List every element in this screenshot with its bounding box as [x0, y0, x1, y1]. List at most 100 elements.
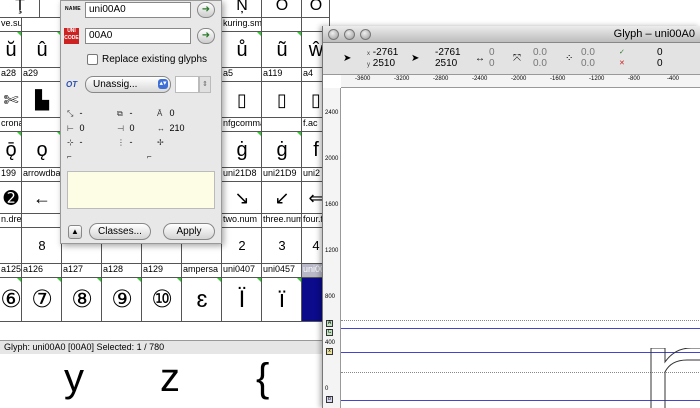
glyph-name-cell[interactable]: a128 [102, 264, 142, 278]
height-icon: Ā [157, 109, 163, 118]
replace-existing-checkbox[interactable] [87, 54, 98, 65]
glyph-cell[interactable] [0, 228, 22, 264]
glyph-cell[interactable]: ï [262, 278, 302, 322]
glyph-cell[interactable]: 8 [22, 228, 62, 264]
glyph-name-cell[interactable]: two.num [222, 214, 262, 228]
glyph-name-cell[interactable]: ve.sucircumflex [0, 18, 22, 32]
glyph-name-cell[interactable] [22, 214, 62, 228]
pointer-tool-icon[interactable]: ➤ [343, 53, 351, 65]
guide-handle-baseline[interactable]: b [326, 396, 333, 403]
glyph-name-label: three.num [263, 214, 302, 224]
glyph-name-cell[interactable]: ampersa [182, 264, 222, 278]
glyph-name-cell[interactable]: a129 [142, 264, 182, 278]
glyph-cell[interactable]: ⑧ [62, 278, 102, 322]
opentype-class-select[interactable]: Unassig... ▴▾ [85, 76, 171, 93]
guide-handle-ascender[interactable]: A [326, 320, 333, 327]
metric-right: ⊣ 0 [117, 123, 135, 133]
glyph-cell[interactable]: ↙ [262, 182, 302, 214]
glyph-name-cell[interactable]: a28 [0, 68, 22, 82]
glyph-name-cell[interactable]: arrowdbar [22, 168, 62, 182]
glyph-cell[interactable]: ɛ [182, 278, 222, 322]
glyph-preview: ũ [276, 39, 288, 61]
glyph-flag-icon [97, 278, 101, 282]
unicode-apply-arrow-button[interactable]: ➜ [197, 28, 215, 44]
glyph-cell[interactable]: û [22, 32, 62, 68]
glyph-name-cell[interactable] [22, 18, 62, 32]
glyph-preview: ➋ [3, 188, 19, 208]
glyph-name-cell[interactable]: uni21D9 [262, 168, 302, 182]
guide-handle-cap[interactable]: C [326, 329, 333, 336]
glyph-name-cell[interactable]: a126 [22, 264, 62, 278]
node-value-2: 0.0 [581, 58, 595, 69]
glyph-cell[interactable]: ▯ [222, 82, 262, 118]
stepper-icon[interactable]: ⇕ [199, 76, 211, 93]
glyph-cell[interactable]: 2 [222, 228, 262, 264]
collapse-button[interactable]: ▲ [68, 225, 82, 239]
apply-button[interactable]: Apply [163, 223, 215, 240]
glyph-cell[interactable]: ǫ [22, 132, 62, 168]
glyph-name-cell[interactable] [22, 118, 62, 132]
glyph-flag-icon [257, 278, 261, 282]
glyph-cell[interactable] [25, 0, 65, 18]
glyph-cell[interactable]: ⑦ [22, 278, 62, 322]
glyph-cell[interactable]: ũ [262, 32, 302, 68]
unicode-value-field[interactable]: 00A0 [85, 28, 191, 44]
glyph-cell[interactable]: O [302, 0, 330, 18]
glyph-name-cell[interactable]: n.dreight.dnnin [0, 214, 22, 228]
glyph-cell[interactable]: ǭ [0, 132, 22, 168]
nodes-icon[interactable]: ⁘ [565, 53, 573, 65]
glyph-cell[interactable]: ů [222, 32, 262, 68]
glyph-cell[interactable]: ✄ [0, 82, 22, 118]
glyph-cell[interactable]: Ï [222, 278, 262, 322]
glyph-cell[interactable]: ↘ [222, 182, 262, 214]
glyph-preview: ▯ [277, 90, 287, 110]
glyph-cell[interactable]: ⑩ [142, 278, 182, 322]
glyph-cell[interactable]: ⑥ [0, 278, 22, 322]
horizontal-ruler: -3600 -3200 -2800 -2400 -2000 -1600 -1200 -800 -… [341, 75, 700, 88]
glyph-cell[interactable]: O [262, 0, 302, 18]
glyph-name-cell[interactable]: uni0457 [262, 264, 302, 278]
glyph-preview: ✄ [3, 90, 19, 110]
glyph-note-area[interactable] [67, 171, 215, 209]
glyph-name-cell[interactable]: a29 [22, 68, 62, 82]
glyph-name-label: uni21D8 [223, 168, 257, 178]
glyph-cell[interactable]: ➋ [0, 182, 22, 214]
glyph-name-cell[interactable]: a119 [262, 68, 302, 82]
opentype-extra-field[interactable] [175, 76, 199, 93]
glyph-window-titlebar[interactable]: Glyph – uni00A0 [323, 26, 700, 43]
glyph-cell[interactable]: ŭ [0, 32, 22, 68]
glyph-name-cell[interactable] [262, 118, 302, 132]
glyph-name-cell[interactable]: kuring.smutilde.smwacu [222, 18, 262, 32]
glyph-name-cell[interactable]: uni0407 [222, 264, 262, 278]
glyph-cell[interactable]: Ņ [222, 0, 262, 18]
delta-tool-icon[interactable]: ↔ [475, 53, 485, 65]
glyph-name-cell[interactable]: three.num [262, 214, 302, 228]
glyph-name-cell[interactable]: a125 [0, 264, 22, 278]
glyph-cell[interactable]: ▯ [262, 82, 302, 118]
glyph-preview [25, 0, 64, 17]
glyph-preview: 2 [238, 238, 246, 253]
glyph-name-cell[interactable]: a127 [62, 264, 102, 278]
glyph-name-field[interactable]: uni00A0 [85, 2, 191, 18]
glyph-name-cell[interactable] [262, 18, 302, 32]
measure-tool-icon[interactable]: ⤧ [513, 53, 521, 65]
glyph-cell[interactable]: ▙ [22, 82, 62, 118]
glyph-cell[interactable]: ⑨ [102, 278, 142, 322]
select-tool-icon[interactable]: ➤ [411, 53, 419, 65]
name-apply-arrow-button[interactable]: ➜ [197, 2, 215, 18]
classes-button[interactable]: Classes... [89, 223, 151, 240]
glyph-cell[interactable]: ġ [222, 132, 262, 168]
cap-height-guide [341, 328, 700, 329]
glyph-name-cell[interactable]: a5 [222, 68, 262, 82]
glyph-cell[interactable]: 3 [262, 228, 302, 264]
glyph-cell[interactable]: ← [22, 182, 62, 214]
glyph-canvas[interactable] [341, 88, 700, 408]
glyph-name-cell[interactable]: cronaogonekal [0, 118, 22, 132]
glyph-name-cell[interactable]: uni21D8 [222, 168, 262, 182]
arrow-right-icon: ➜ [201, 30, 211, 41]
large-glyph-preview: y z { [0, 354, 330, 408]
glyph-cell[interactable]: ġ [262, 132, 302, 168]
glyph-name-cell[interactable]: 199 [0, 168, 22, 182]
glyph-name-cell[interactable]: nfgcommagdotacc [222, 118, 262, 132]
guide-handle-xheight[interactable]: x [326, 348, 333, 355]
